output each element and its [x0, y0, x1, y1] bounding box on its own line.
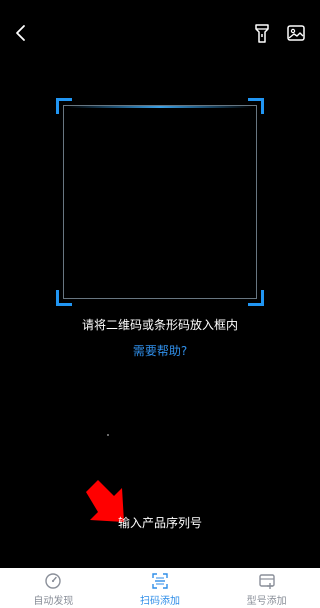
corner-top-left: [56, 98, 72, 114]
scan-line: [68, 106, 252, 108]
scan-area: [63, 105, 257, 299]
dot: [107, 434, 109, 436]
nav-item-auto-discover[interactable]: 自动发现: [0, 568, 107, 608]
chevron-left-icon[interactable]: [10, 22, 32, 44]
nav-item-scan-add[interactable]: 扫码添加: [107, 568, 214, 608]
top-bar: [0, 0, 320, 64]
help-link[interactable]: 需要帮助?: [0, 342, 320, 359]
flashlight-icon[interactable]: [252, 22, 272, 44]
compass-icon: [45, 573, 62, 589]
scan-frame: [56, 98, 264, 306]
nav-item-model-add[interactable]: 型号添加: [213, 568, 320, 608]
corner-top-right: [248, 98, 264, 114]
bottom-nav: 自动发现 扫码添加 型号添加: [0, 568, 320, 608]
corner-bottom-right: [248, 290, 264, 306]
scan-icon: [152, 573, 168, 589]
nav-label: 扫码添加: [140, 596, 180, 607]
image-icon[interactable]: [284, 22, 308, 44]
nav-label: 型号添加: [246, 596, 287, 607]
corner-bottom-left: [56, 290, 72, 306]
serial-number-button[interactable]: 输入产品序列号: [0, 514, 320, 531]
model-add-icon: [258, 574, 275, 589]
scan-hint: 请将二维码或条形码放入框内: [81, 318, 238, 332]
nav-label: 自动发现: [33, 596, 74, 607]
